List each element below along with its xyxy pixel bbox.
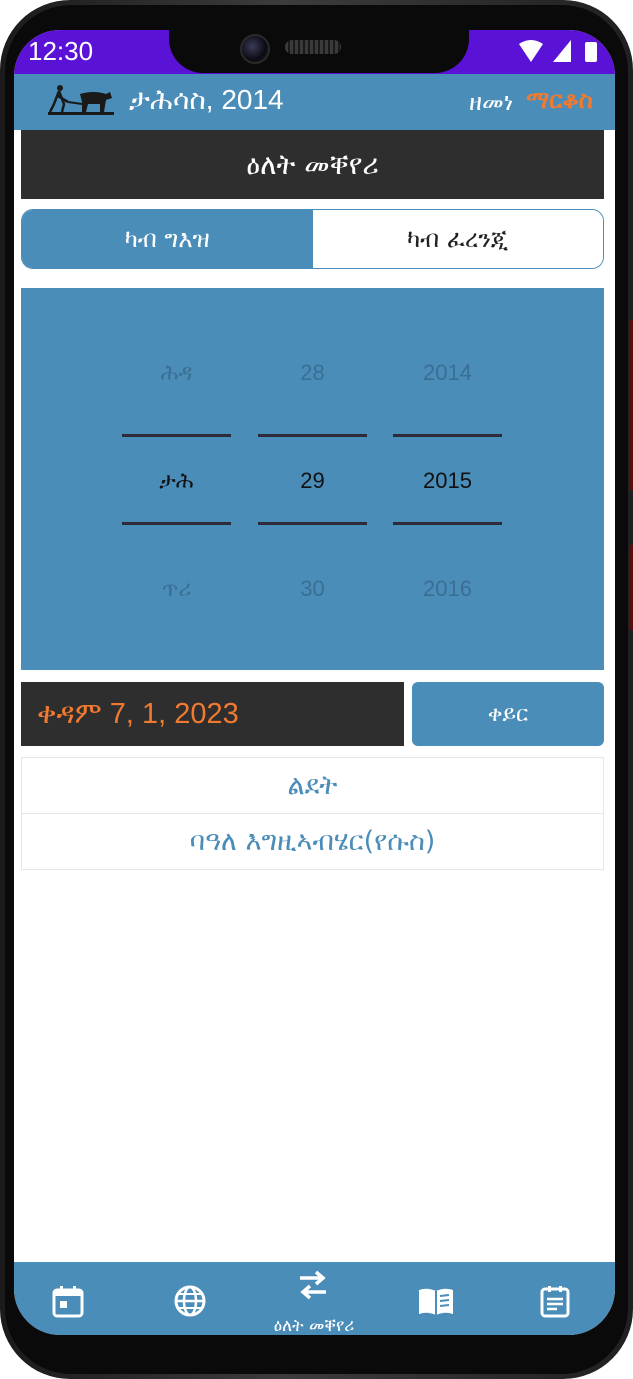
side-button [629, 320, 633, 490]
month-prev[interactable]: ሕዳ [122, 360, 231, 386]
selection-line [393, 434, 502, 437]
wifi-icon [519, 40, 543, 62]
year-prev[interactable]: 2014 [393, 360, 502, 386]
day-prev[interactable]: 28 [258, 360, 367, 386]
plough-logo-icon [48, 82, 114, 124]
conversion-direction-tabs: ካብ ግእዝ ካብ ፈረንጂ [21, 209, 604, 269]
year-selected[interactable]: 2015 [393, 468, 502, 494]
holiday-list: ልደት ባዓለ እግዚኣብሄር(የሱስ) [21, 757, 604, 870]
nav-reading[interactable] [380, 1262, 490, 1335]
list-item[interactable]: ባዓለ እግዚኣብሄር(የሱስ) [21, 814, 604, 870]
era-name: ማርቆስ [526, 86, 593, 114]
nav-date-converter[interactable]: ዕለት መቐየሪ [259, 1262, 369, 1335]
book-icon [419, 1288, 453, 1315]
status-bar: 12:30 [14, 30, 615, 74]
month-selected[interactable]: ታሕ [122, 468, 231, 494]
month-next[interactable]: ጥሪ [122, 576, 231, 602]
selection-line [258, 434, 367, 437]
notch [169, 30, 469, 73]
calendar-icon [52, 1286, 84, 1318]
status-time: 12:30 [28, 36, 94, 66]
era-label: ዘመነ [469, 88, 514, 116]
selection-line [122, 434, 231, 437]
nav-world[interactable] [136, 1262, 246, 1335]
selection-line [258, 522, 367, 525]
camera [240, 34, 270, 64]
list-item[interactable]: ልደት [21, 757, 604, 814]
month-wheel[interactable]: ሕዳ ታሕ ጥሪ [122, 288, 231, 670]
screen: 12:30 ታሕሳስ, 2014 ዘመነ ማርቆስ ዕለት መቐየሪ ካብ ግእ… [14, 30, 615, 1335]
page-title: ዕለት መቐየሪ [21, 130, 604, 199]
speaker [285, 40, 341, 54]
current-ethiopian-date: ታሕሳስ, 2014 [129, 84, 284, 115]
converted-date: ቀዳም 7, 1, 2023 [21, 682, 404, 746]
day-wheel[interactable]: 28 29 30 [258, 288, 367, 670]
globe-icon [174, 1285, 206, 1317]
year-wheel[interactable]: 2014 2015 2016 [393, 288, 502, 670]
app-bar: ታሕሳስ, 2014 ዘመነ ማርቆስ [14, 74, 615, 130]
nav-notes[interactable] [501, 1262, 611, 1335]
selection-line [393, 522, 502, 525]
day-next[interactable]: 30 [258, 576, 367, 602]
date-picker[interactable]: ሕዳ ታሕ ጥሪ 28 29 30 2014 2015 2016 [21, 288, 604, 670]
nav-calendar[interactable] [14, 1262, 124, 1335]
year-next[interactable]: 2016 [393, 576, 502, 602]
day-selected[interactable]: 29 [258, 468, 367, 494]
tab-from-gregorian[interactable]: ካብ ፈረንጂ [312, 210, 603, 268]
system-icons [513, 38, 603, 70]
conversion-row: ቀዳም 7, 1, 2023 ቀይር [21, 682, 604, 746]
notes-icon [540, 1286, 570, 1318]
bottom-navigation: ዕለት መቐየሪ [14, 1262, 615, 1335]
signal-icon [553, 40, 571, 62]
selection-line [122, 522, 231, 525]
swap-icon [300, 1270, 326, 1300]
nav-label: ዕለት መቐየሪ [273, 1316, 355, 1335]
battery-icon [585, 42, 597, 62]
side-button [629, 545, 633, 630]
tab-from-geez[interactable]: ካብ ግእዝ [22, 210, 313, 268]
convert-button[interactable]: ቀይር [412, 682, 604, 746]
